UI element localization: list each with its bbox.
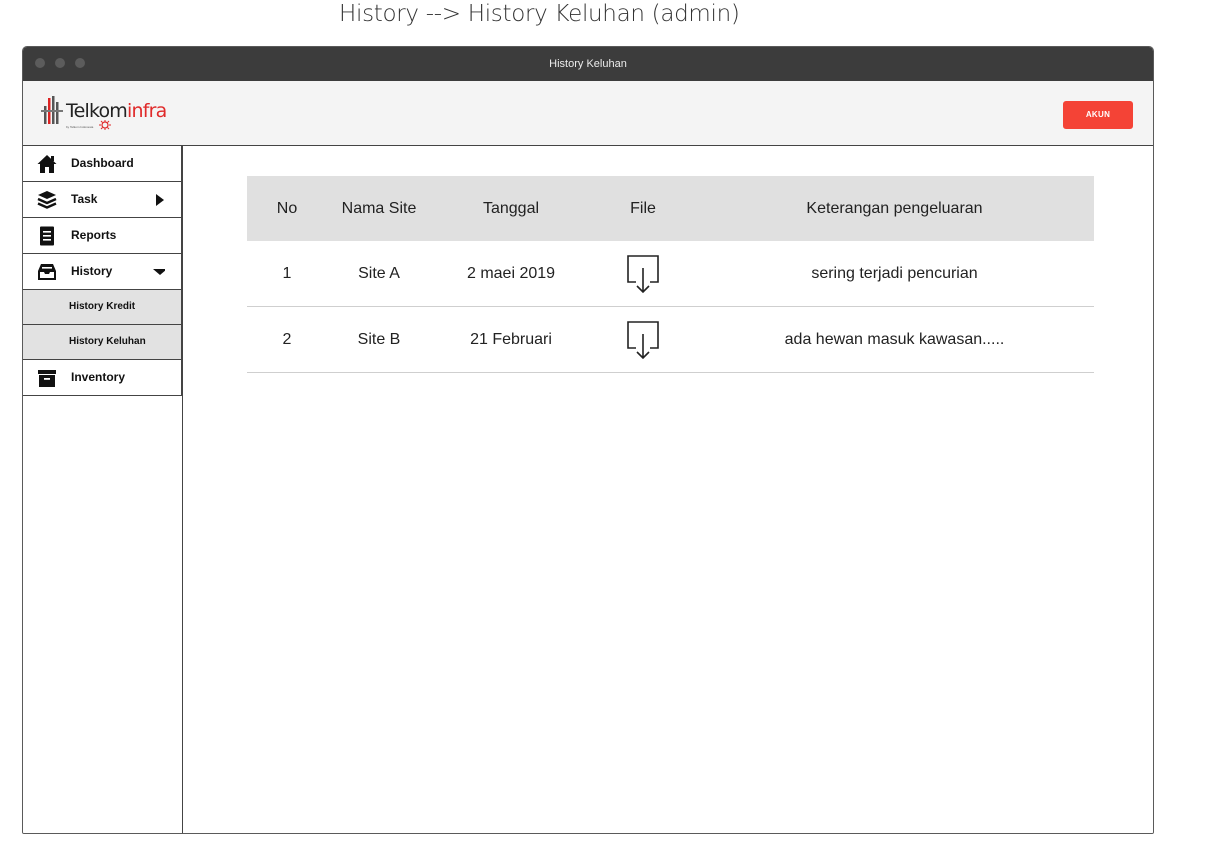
download-icon[interactable] [626, 320, 660, 360]
chevron-right-icon[interactable] [153, 194, 165, 206]
sidebar-item-label: Dashboard [71, 156, 134, 170]
sidebar-item-label: History Kredit [69, 301, 136, 312]
sidebar-item-dashboard[interactable]: Dashboard [23, 146, 182, 182]
logo-burst-icon [99, 120, 111, 130]
cell-site: Site B [357, 330, 401, 348]
table-header: No Nama Site Tanggal File Keterangan pen… [247, 176, 1094, 241]
page-caption: History --> History Keluhan (admin) [339, 1, 740, 27]
app-window: History Keluhan Telkominfra by Telkom In… [22, 46, 1154, 834]
cell-note: ada hewan masuk kawasan..... [784, 330, 1005, 348]
sidebar-nav: Dashboard Task Reports History History K… [23, 146, 182, 396]
cell-file [591, 320, 695, 360]
sidebar: Dashboard Task Reports History History K… [23, 146, 183, 833]
sidebar-item-reports[interactable]: Reports [23, 218, 182, 254]
download-icon[interactable] [626, 254, 660, 294]
sidebar-item-history-keluhan[interactable]: History Keluhan [23, 325, 182, 360]
window-titlebar: History Keluhan [23, 47, 1153, 81]
column-header-site[interactable]: Nama Site [327, 200, 431, 218]
sidebar-item-label: Inventory [71, 370, 126, 384]
cell-no: 2 [282, 330, 292, 348]
cell-no: 1 [282, 264, 292, 282]
archive-icon [38, 370, 56, 387]
column-header-date[interactable]: Tanggal [431, 200, 591, 218]
app-header: Telkominfra by Telkom Indonesia AKUN [23, 81, 1153, 146]
window-title: History Keluhan [549, 58, 627, 70]
account-button[interactable]: AKUN [1063, 101, 1133, 129]
document-icon [40, 226, 54, 246]
logo-mark-icon [41, 96, 63, 124]
cell-date: 21 Februari [470, 330, 552, 348]
column-header-note[interactable]: Keterangan pengeluaran [695, 200, 1094, 218]
complaint-history-table: No Nama Site Tanggal File Keterangan pen… [247, 176, 1094, 373]
chevron-down-icon[interactable] [153, 266, 165, 278]
cell-date: 2 maei 2019 [466, 264, 556, 282]
sidebar-item-label: History [71, 264, 113, 278]
sidebar-item-label: History Keluhan [69, 336, 146, 347]
home-icon [37, 155, 57, 173]
table-row[interactable]: 2 Site B 21 Februari ada hewan masuk kaw… [247, 307, 1094, 373]
sidebar-item-inventory[interactable]: Inventory [23, 360, 182, 396]
logo-wordmark: Telkominfra [66, 100, 167, 122]
logo-accent-text: infra [127, 100, 167, 122]
logo-main-text: Telkom [66, 100, 128, 122]
sidebar-item-label: Task [71, 192, 98, 206]
cell-site: Site A [358, 264, 400, 282]
inbox-icon [38, 264, 56, 280]
table-row[interactable]: 1 Site A 2 maei 2019 sering terjadi penc… [247, 241, 1094, 307]
cell-note: sering terjadi pencurian [811, 264, 978, 282]
sidebar-item-history[interactable]: History [23, 254, 182, 290]
layers-icon [37, 191, 57, 209]
column-header-file[interactable]: File [591, 200, 695, 218]
sidebar-item-history-kredit[interactable]: History Kredit [23, 290, 182, 325]
cell-file [591, 254, 695, 294]
sidebar-item-label: Reports [71, 228, 117, 242]
logo-subtext: by Telkom Indonesia [66, 125, 94, 129]
telkominfra-logo[interactable]: Telkominfra by Telkom Indonesia [39, 94, 171, 134]
column-header-no[interactable]: No [247, 200, 327, 218]
main-content: No Nama Site Tanggal File Keterangan pen… [184, 146, 1153, 833]
sidebar-item-task[interactable]: Task [23, 182, 182, 218]
